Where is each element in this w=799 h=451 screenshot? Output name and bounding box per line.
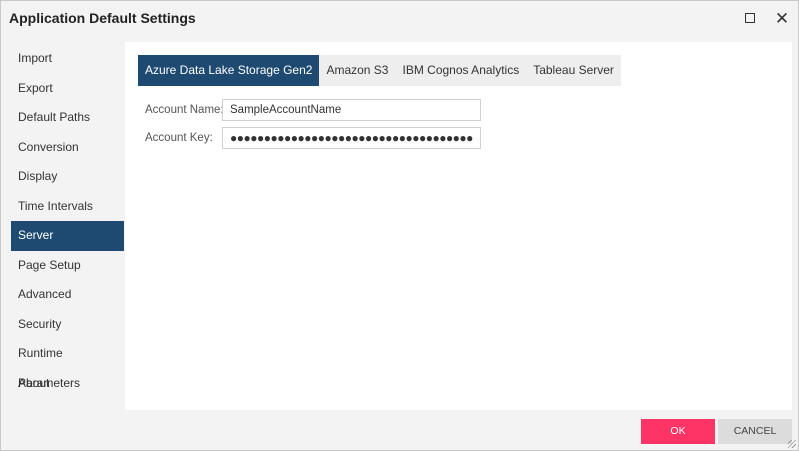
account-name-input[interactable]: SampleAccountName: [222, 99, 481, 121]
sidebar-item-display[interactable]: Display: [11, 162, 124, 192]
dialog-title: Application Default Settings: [9, 10, 196, 26]
sidebar-item-page-setup[interactable]: Page Setup: [11, 251, 124, 281]
maximize-button[interactable]: [740, 9, 760, 29]
account-name-label: Account Name:: [145, 104, 224, 116]
cancel-button[interactable]: CANCEL: [718, 419, 792, 444]
tab-azure-data-lake[interactable]: Azure Data Lake Storage Gen2: [138, 55, 320, 86]
server-tabs: Azure Data Lake Storage Gen2 Amazon S3 I…: [138, 55, 621, 86]
account-key-label: Account Key:: [145, 132, 213, 144]
tab-amazon-s3[interactable]: Amazon S3: [319, 55, 395, 86]
settings-dialog: Application Default Settings ✕ Import Ex…: [0, 0, 799, 451]
ok-button[interactable]: OK: [641, 419, 715, 444]
sidebar-item-server[interactable]: Server: [11, 221, 124, 251]
resize-grip-icon[interactable]: [788, 440, 796, 448]
sidebar-item-conversion[interactable]: Conversion: [11, 133, 124, 163]
tab-tableau-server[interactable]: Tableau Server: [526, 55, 621, 86]
tab-ibm-cognos[interactable]: IBM Cognos Analytics: [395, 55, 526, 86]
sidebar-item-advanced[interactable]: Advanced: [11, 280, 124, 310]
sidebar-item-default-paths[interactable]: Default Paths: [11, 103, 124, 133]
sidebar-item-export[interactable]: Export: [11, 74, 124, 104]
close-button[interactable]: ✕: [772, 9, 792, 29]
server-settings-panel: Azure Data Lake Storage Gen2 Amazon S3 I…: [125, 42, 792, 410]
maximize-icon: [745, 13, 755, 23]
account-key-input[interactable]: ●●●●●●●●●●●●●●●●●●●●●●●●●●●●●●●●●●●●: [222, 127, 481, 149]
sidebar-item-time-intervals[interactable]: Time Intervals: [11, 192, 124, 222]
close-icon: ✕: [774, 9, 790, 28]
sidebar-item-security[interactable]: Security: [11, 310, 124, 340]
sidebar-item-import[interactable]: Import: [11, 44, 124, 74]
sidebar-item-runtime-parameters[interactable]: Runtime Parameters: [11, 339, 124, 390]
sidebar: Import Export Default Paths Conversion D…: [11, 44, 124, 398]
